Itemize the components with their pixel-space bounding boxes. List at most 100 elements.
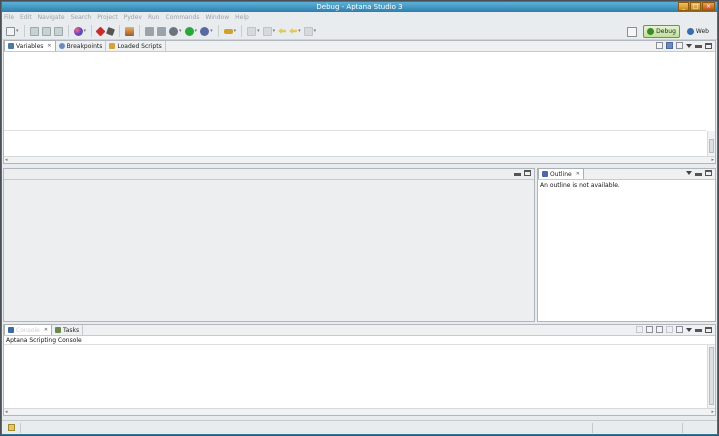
minimize-view-icon[interactable]	[695, 45, 702, 48]
previous-annotation-dropdown-icon[interactable]: ▾	[273, 28, 276, 34]
clear-console-icon[interactable]	[636, 326, 643, 333]
forward-dropdown-icon[interactable]: ▾	[314, 28, 317, 34]
terminate-icon[interactable]	[157, 26, 167, 36]
minimize-view-icon[interactable]	[695, 172, 702, 176]
scroll-left-icon[interactable]: ◂	[5, 410, 8, 415]
close-button[interactable]: ×	[702, 2, 715, 11]
display-selected-console-icon[interactable]	[666, 326, 673, 333]
wrench-icon[interactable]	[106, 26, 116, 36]
save-all-icon[interactable]	[41, 26, 51, 36]
close-tab-icon[interactable]: ✕	[44, 327, 48, 333]
variables-horizontal-scrollbar[interactable]: ◂ ▸	[4, 156, 715, 163]
close-tab-icon[interactable]: ✕	[47, 43, 51, 49]
theme-color-icon[interactable]	[73, 26, 83, 36]
theme-dropdown-icon[interactable]: ▾	[84, 28, 87, 34]
maximize-view-icon[interactable]	[705, 42, 712, 49]
run-dropdown-icon[interactable]: ▾	[195, 28, 198, 34]
open-console-icon[interactable]	[676, 326, 683, 333]
tab-variables[interactable]: Variables ✕	[4, 40, 56, 51]
status-separator	[682, 423, 683, 433]
console-panel: Console ✕ Tasks Aptana Scripting Console	[3, 324, 716, 416]
status-separator	[592, 423, 593, 433]
menu-help[interactable]: Help	[235, 12, 249, 23]
run-icon[interactable]	[184, 26, 194, 36]
save-icon[interactable]	[29, 26, 39, 36]
debug-perspective-button[interactable]: Debug	[643, 25, 680, 38]
maximize-editor-icon[interactable]	[524, 170, 531, 176]
minimize-button[interactable]: _	[678, 2, 689, 11]
skip-breakpoints-icon[interactable]	[145, 26, 155, 36]
last-edit-location-icon[interactable]	[278, 28, 287, 34]
variables-icon	[8, 43, 14, 49]
editor-tools	[514, 170, 531, 176]
console-scroll-thumb[interactable]	[709, 347, 714, 405]
collapse-all-icon[interactable]	[676, 42, 683, 49]
menu-navigate[interactable]: Navigate	[38, 12, 65, 23]
outline-icon	[542, 171, 548, 177]
print-icon[interactable]	[53, 26, 63, 36]
scroll-lock-icon[interactable]	[646, 326, 653, 333]
new-file-icon[interactable]	[6, 26, 15, 36]
scroll-right-icon[interactable]: ▸	[711, 158, 714, 163]
details-vertical-scrollbar[interactable]	[707, 131, 715, 156]
tab-breakpoints[interactable]: Breakpoints	[56, 41, 107, 51]
tab-outline-label: Outline	[550, 170, 572, 178]
menu-run[interactable]: Run	[148, 12, 160, 23]
scroll-thumb[interactable]	[709, 139, 714, 153]
back-dropdown-icon[interactable]: ▾	[298, 28, 301, 34]
minimize-view-icon[interactable]	[695, 329, 702, 332]
pin-console-icon[interactable]	[656, 326, 663, 333]
console-vertical-scrollbar[interactable]	[707, 345, 715, 409]
next-annotation-icon[interactable]	[247, 26, 257, 36]
view-menu-icon[interactable]	[686, 171, 692, 175]
show-logical-structure-icon[interactable]	[666, 42, 673, 49]
external-dropdown-icon[interactable]: ▾	[210, 28, 213, 34]
status-bar	[2, 420, 717, 434]
toolbar-separator	[67, 25, 69, 37]
menu-window[interactable]: Window	[205, 12, 229, 23]
scroll-right-icon[interactable]: ▸	[711, 410, 714, 415]
view-menu-icon[interactable]	[686, 43, 692, 48]
forward-icon[interactable]	[303, 26, 313, 36]
maximize-view-icon[interactable]	[705, 326, 712, 333]
web-perspective-button[interactable]: Web	[683, 25, 713, 38]
maximize-view-icon[interactable]	[705, 170, 712, 176]
previous-annotation-icon[interactable]	[262, 26, 272, 36]
menu-edit[interactable]: Edit	[20, 12, 32, 23]
back-icon[interactable]	[289, 28, 298, 34]
menu-search[interactable]: Search	[71, 12, 92, 23]
deploy-dropdown-icon[interactable]: ▾	[234, 28, 237, 34]
loaded-scripts-icon	[109, 43, 116, 49]
fast-view-icon[interactable]	[8, 424, 15, 431]
menu-file[interactable]: File	[4, 12, 14, 23]
title-bar[interactable]: Debug - Aptana Studio 3 _ □ ×	[2, 2, 717, 12]
menu-commands[interactable]: Commands	[166, 12, 200, 23]
open-perspective-icon[interactable]	[627, 26, 638, 37]
view-menu-icon[interactable]	[686, 327, 692, 332]
tab-console[interactable]: Console ✕	[4, 324, 53, 335]
package-icon[interactable]	[125, 26, 135, 36]
scroll-left-icon[interactable]: ◂	[5, 158, 8, 163]
breakpoint-icon[interactable]	[95, 26, 106, 36]
tab-loaded-scripts[interactable]: Loaded Scripts	[106, 41, 166, 51]
console-horizontal-scrollbar[interactable]: ◂ ▸	[4, 408, 715, 415]
show-type-names-icon[interactable]	[656, 42, 663, 49]
tab-outline[interactable]: Outline ✕	[538, 168, 584, 179]
outline-message: An outline is not available.	[540, 182, 620, 189]
next-annotation-dropdown-icon[interactable]: ▾	[257, 28, 260, 34]
menu-pydev[interactable]: Pydev	[124, 12, 142, 23]
deploy-icon[interactable]	[223, 28, 233, 34]
new-dropdown-icon[interactable]: ▾	[16, 28, 19, 34]
maximize-button[interactable]: □	[690, 2, 701, 11]
debug-dropdown-icon[interactable]: ▾	[179, 28, 182, 34]
console-icon	[8, 327, 14, 333]
outline-panel: Outline ✕ An outline is not available.	[537, 168, 716, 322]
tab-tasks[interactable]: Tasks	[52, 325, 84, 335]
external-tools-icon[interactable]	[200, 26, 210, 36]
debug-icon[interactable]	[169, 26, 179, 36]
menu-project[interactable]: Project	[97, 12, 118, 23]
minimize-editor-icon[interactable]	[514, 172, 521, 176]
status-separator	[20, 423, 21, 433]
close-tab-icon[interactable]: ✕	[576, 171, 580, 177]
details-divider[interactable]	[4, 130, 706, 131]
